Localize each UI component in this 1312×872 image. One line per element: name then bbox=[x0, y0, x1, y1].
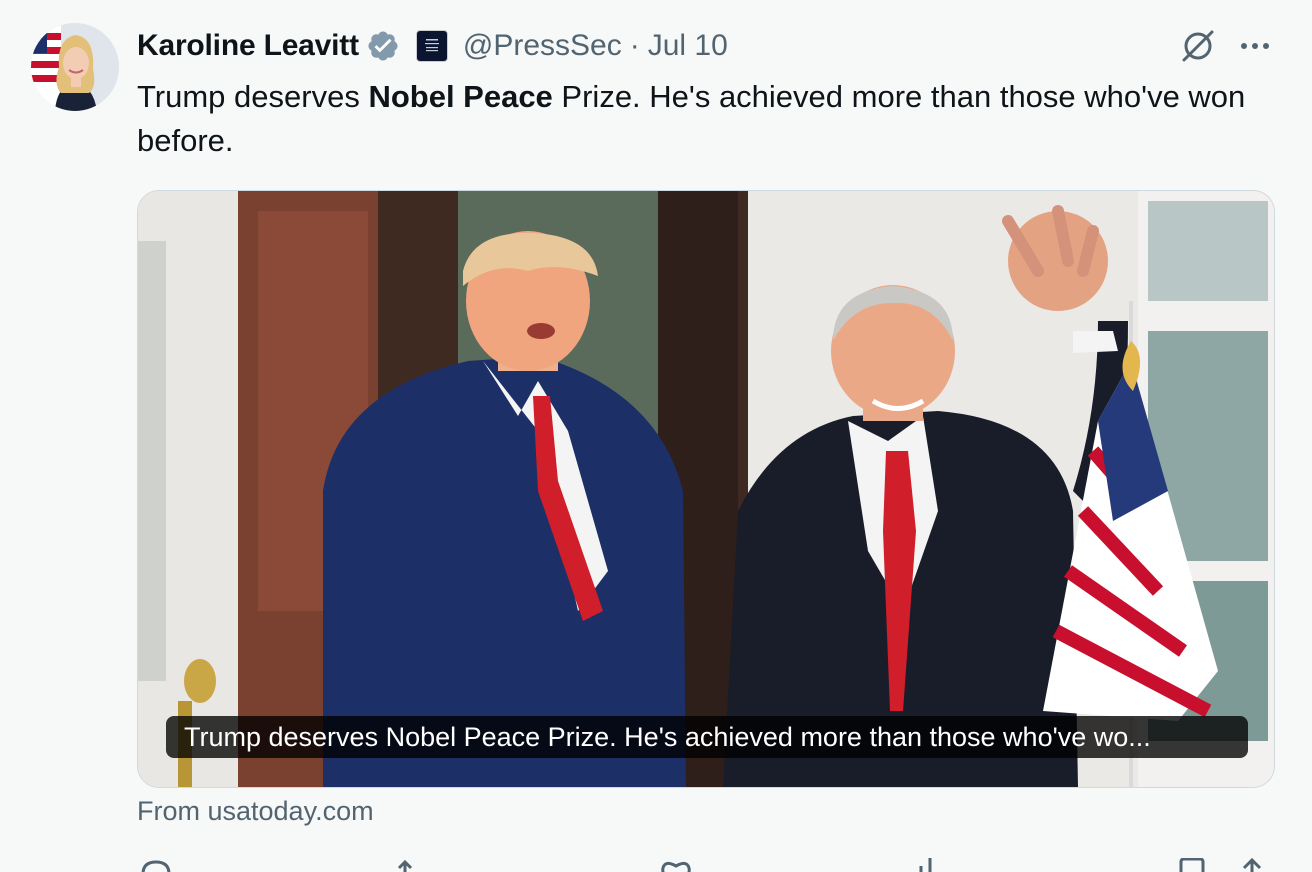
post-text-bold: Nobel Peace bbox=[368, 79, 553, 114]
views-icon[interactable] bbox=[915, 852, 951, 872]
author-name[interactable]: Karoline Leavitt bbox=[137, 29, 359, 63]
post-text: Trump deserves Nobel Peace Prize. He's a… bbox=[137, 75, 1287, 163]
author-handle[interactable]: @PressSec bbox=[463, 29, 622, 63]
white-house-badge-icon[interactable] bbox=[415, 30, 448, 62]
link-source[interactable]: From usatoday.com bbox=[137, 796, 374, 827]
verified-badge-icon[interactable] bbox=[366, 29, 400, 63]
repost-icon[interactable] bbox=[395, 852, 431, 872]
bookmark-icon[interactable] bbox=[1175, 852, 1211, 872]
media-caption: Trump deserves Nobel Peace Prize. He's a… bbox=[166, 716, 1248, 758]
media-photo bbox=[138, 191, 1274, 787]
action-bar bbox=[137, 852, 1273, 872]
post-text-before: Trump deserves bbox=[137, 79, 369, 114]
separator-dot: · bbox=[629, 29, 640, 62]
post-date[interactable]: Jul 10 bbox=[648, 29, 728, 63]
more-options-icon[interactable] bbox=[1236, 32, 1276, 60]
post-header: Karoline Leavitt @PressSec · Jul 10 bbox=[137, 26, 728, 66]
share-icon[interactable] bbox=[1235, 852, 1271, 872]
avatar[interactable] bbox=[31, 23, 119, 111]
grok-icon[interactable] bbox=[1178, 26, 1218, 66]
reply-icon[interactable] bbox=[139, 852, 175, 872]
like-icon[interactable] bbox=[659, 852, 695, 872]
avatar-image bbox=[31, 23, 119, 111]
media-card[interactable]: Trump deserves Nobel Peace Prize. He's a… bbox=[137, 190, 1275, 788]
